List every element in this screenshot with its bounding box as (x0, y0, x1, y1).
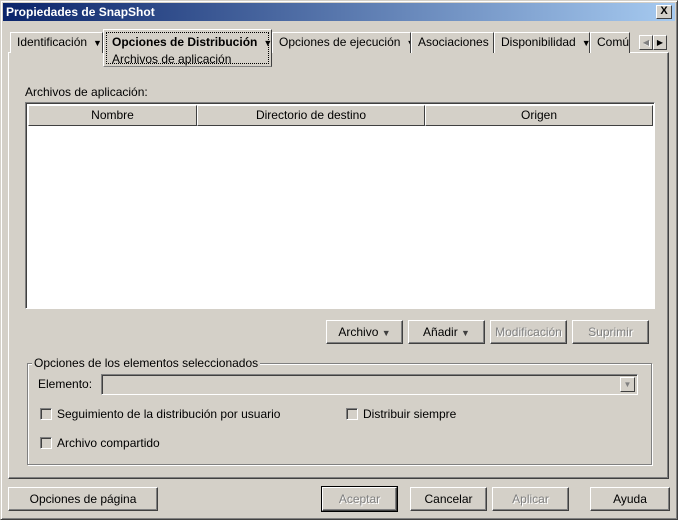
cancel-button[interactable]: Cancelar (410, 487, 487, 511)
archivo-button[interactable]: Archivo ▼ (326, 320, 403, 344)
tab-label: Identificación (17, 35, 88, 49)
suprimir-button[interactable]: Suprimir (572, 320, 649, 344)
tab-asociaciones[interactable]: Asociaciones (411, 32, 494, 53)
distribuir-siempre-label: Distribuir siempre (363, 407, 457, 421)
seguimiento-checkbox[interactable] (40, 408, 52, 420)
column-header-origen[interactable]: Origen (425, 105, 653, 126)
archivo-compartido-checkbox[interactable] (40, 437, 52, 449)
distribuir-siempre-checkbox[interactable] (346, 408, 358, 420)
tab-identificacion[interactable]: Identificación ▼ (10, 32, 103, 53)
files-list[interactable]: Nombre Directorio de destino Origen (25, 102, 655, 309)
chevron-down-icon[interactable]: ▼ (620, 377, 635, 392)
archivo-compartido-label: Archivo compartido (57, 436, 160, 450)
tab-label: Opciones de Distribución (112, 35, 258, 49)
tab-opciones-ejecucion[interactable]: Opciones de ejecución▼ (272, 32, 411, 53)
elemento-label: Elemento: (38, 377, 93, 391)
chevron-down-icon: ▼ (263, 38, 272, 48)
apply-button[interactable]: Aplicar (492, 487, 569, 511)
tab-scroll-left-button[interactable]: ◀ (639, 35, 653, 50)
group-title: Opciones de los elementos seleccionados (32, 356, 261, 370)
tab-opciones-distribucion[interactable]: Opciones de Distribución ▼ Archivos de apl… (103, 29, 272, 67)
modificacion-button[interactable]: Modificación (490, 320, 567, 344)
tab-label: Asociaciones (418, 35, 489, 49)
column-header-nombre[interactable]: Nombre (28, 105, 197, 126)
chevron-down-icon: ▼ (581, 38, 590, 48)
anadir-button[interactable]: Añadir ▼ (408, 320, 485, 344)
close-button[interactable]: X (656, 5, 672, 19)
ok-button[interactable]: Aceptar (321, 486, 398, 512)
tab-scroll-right-button[interactable]: ▶ (653, 35, 667, 50)
tab-label: Opciones de ejecución (279, 35, 401, 49)
button-label: Archivo (338, 325, 379, 339)
chevron-down-icon: ▼ (93, 38, 102, 48)
tab-comun[interactable]: Común (590, 32, 630, 53)
button-label: Añadir (423, 325, 458, 339)
window-title: Propiedades de SnapShot (6, 5, 155, 19)
title-bar: Propiedades de SnapShot (3, 3, 675, 21)
elemento-combo[interactable]: ▼ (101, 374, 638, 395)
column-header-directorio[interactable]: Directorio de destino (197, 105, 425, 126)
chevron-down-icon: ▼ (461, 328, 470, 338)
chevron-down-icon: ▼ (381, 328, 391, 338)
seguimiento-label: Seguimiento de la distribución por usuar… (57, 407, 281, 421)
subpage-archivos-aplicacion[interactable]: Archivos de aplicación (112, 52, 268, 66)
tab-label: Común (597, 35, 630, 49)
page-options-button[interactable]: Opciones de página (8, 487, 158, 511)
tab-disponibilidad[interactable]: Disponibilidad ▼ (494, 32, 590, 53)
tab-label: Disponibilidad (501, 35, 576, 49)
files-label: Archivos de aplicación: (25, 85, 148, 99)
help-button[interactable]: Ayuda (590, 487, 670, 511)
